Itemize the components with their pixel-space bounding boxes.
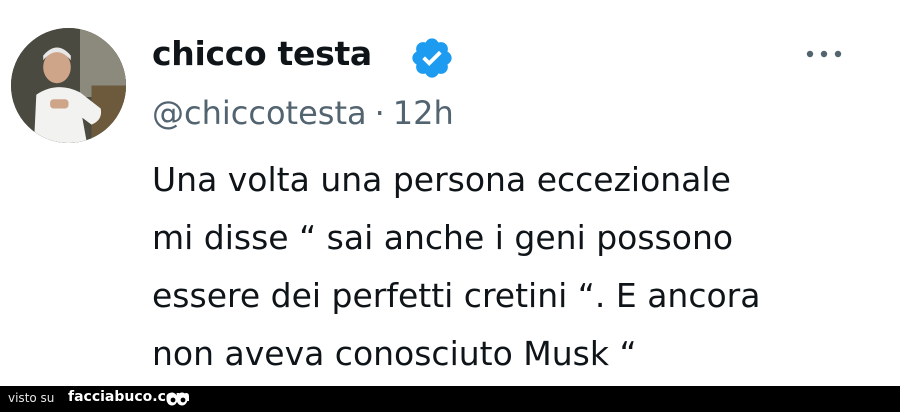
tweet-card: chicco testa @chiccotesta · 12h Una volta …: [0, 0, 900, 386]
avatar-photo: [11, 28, 126, 143]
author-handle[interactable]: @chiccotesta: [152, 94, 367, 132]
watermark-prefix: visto su: [8, 391, 55, 405]
eyes-logo-icon: [166, 392, 188, 406]
watermark-footer: visto su facciabuco.com: [0, 386, 900, 412]
handle-row: @chiccotesta · 12h: [152, 94, 454, 132]
tweet-text-line: Una volta una persona eccezionale: [152, 160, 731, 199]
author-avatar[interactable]: [11, 28, 126, 143]
tweet-text: Una volta una persona eccezionale mi dis…: [152, 151, 882, 383]
tweet-timestamp[interactable]: 12h: [393, 94, 454, 132]
more-options-icon[interactable]: [804, 44, 844, 64]
tweet-text-line: essere dei perfetti cretini “. E ancora: [152, 276, 761, 315]
verified-badge-icon: [412, 38, 452, 78]
author-name[interactable]: chicco testa: [152, 34, 372, 73]
tweet-text-line: mi disse “ sai anche i geni possono: [152, 218, 734, 257]
separator-dot: ·: [374, 94, 385, 132]
tweet-text-line: non aveva conosciuto Musk “: [152, 334, 637, 373]
